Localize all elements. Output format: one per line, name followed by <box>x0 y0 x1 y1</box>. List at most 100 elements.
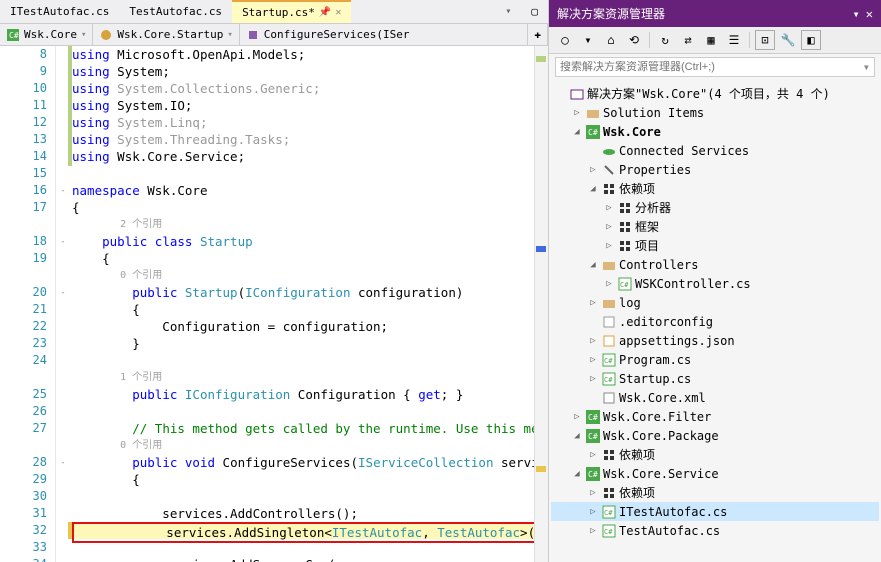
tree-node[interactable]: ▷C#WSKController.cs <box>551 274 879 293</box>
tree-node[interactable]: ◢C#Wsk.Core.Package <box>551 426 879 445</box>
code-line[interactable]: using Wsk.Core.Service; <box>70 148 548 165</box>
tab-dropdown[interactable]: ▾ <box>495 0 521 23</box>
tree-node[interactable]: ▷C#Program.cs <box>551 350 879 369</box>
code-line[interactable]: 1 个引用 <box>70 369 548 386</box>
tree-node[interactable]: ▷C#Wsk.Core.Filter <box>551 407 879 426</box>
refresh-button[interactable]: ↻ <box>655 30 675 50</box>
crumb-split[interactable]: ✚ <box>527 24 548 45</box>
code-line[interactable]: public IConfiguration Configuration { ge… <box>70 386 548 403</box>
code-line[interactable]: services.AddControllers(); <box>70 505 548 522</box>
search-input[interactable] <box>560 61 863 73</box>
solution-search[interactable]: ▾ <box>555 57 875 77</box>
close-icon[interactable]: ✕ <box>866 7 873 21</box>
code-line[interactable]: services.AddSwaggerGen(c => <box>70 556 548 562</box>
code-line[interactable] <box>70 165 548 182</box>
tree-node[interactable]: ▷项目 <box>551 236 879 255</box>
code-line[interactable]: public Startup(IConfiguration configurat… <box>70 284 548 301</box>
tree-node[interactable]: ▷log <box>551 293 879 312</box>
expand-icon[interactable]: ▷ <box>571 108 583 118</box>
code-line[interactable] <box>70 488 548 505</box>
code-editor[interactable]: 8910111213141516171819202122232425262728… <box>0 46 548 562</box>
tree-node[interactable]: ◢C#Wsk.Core <box>551 122 879 141</box>
tag-button[interactable]: ◧ <box>801 30 821 50</box>
code-line[interactable]: { <box>70 250 548 267</box>
expand-icon[interactable]: ▷ <box>571 412 583 422</box>
expand-icon[interactable]: ▷ <box>603 279 615 289</box>
code-line[interactable]: using System.Linq; <box>70 114 548 131</box>
tree-node[interactable]: ◢依赖项 <box>551 179 879 198</box>
code-line[interactable]: 0 个引用 <box>70 437 548 454</box>
sync-button[interactable]: ⟲ <box>624 30 644 50</box>
pin-icon[interactable]: 📌 <box>319 7 331 18</box>
tree-node[interactable]: ▷Solution Items <box>551 103 879 122</box>
expand-icon[interactable]: ▷ <box>587 507 599 517</box>
code-line[interactable]: { <box>70 199 548 216</box>
code-line[interactable] <box>70 352 548 369</box>
expand-icon[interactable]: ▷ <box>587 165 599 175</box>
code-line[interactable] <box>70 403 548 420</box>
expand-icon[interactable]: ▷ <box>587 355 599 365</box>
close-icon[interactable]: ✕ <box>335 7 341 18</box>
tree-node[interactable]: ▷依赖项 <box>551 445 879 464</box>
forward-button[interactable]: ▾ <box>578 30 598 50</box>
properties-button[interactable]: ☰ <box>724 30 744 50</box>
wrench-button[interactable]: 🔧 <box>778 30 798 50</box>
tab-window[interactable]: ▢ <box>521 0 548 23</box>
collapse-button[interactable]: ⇄ <box>678 30 698 50</box>
code-line[interactable]: using Microsoft.OpenApi.Models; <box>70 46 548 63</box>
code-line[interactable]: using System.Collections.Generic; <box>70 80 548 97</box>
expand-icon[interactable]: ◢ <box>571 431 583 441</box>
code-line[interactable]: 0 个引用 <box>70 267 548 284</box>
tree-node[interactable]: 解决方案"Wsk.Core"(4 个项目，共 4 个) <box>551 84 879 103</box>
tree-node[interactable]: ▷C#ITestAutofac.cs <box>551 502 879 521</box>
code-line[interactable]: namespace Wsk.Core <box>70 182 548 199</box>
tree-node[interactable]: Wsk.Core.xml <box>551 388 879 407</box>
show-all-button[interactable]: ▦ <box>701 30 721 50</box>
tree-node[interactable]: Connected Services <box>551 141 879 160</box>
code-line[interactable]: using System.Threading.Tasks; <box>70 131 548 148</box>
crumb-class[interactable]: Wsk.Core.Startup ▾ <box>93 24 239 45</box>
expand-icon[interactable]: ◢ <box>571 127 583 137</box>
tree-node[interactable]: ▷C#Startup.cs <box>551 369 879 388</box>
chevron-down-icon[interactable]: ▾ <box>863 60 870 74</box>
tree-node[interactable]: ▷appsettings.json <box>551 331 879 350</box>
code-line[interactable]: using System; <box>70 63 548 80</box>
expand-icon[interactable]: ▷ <box>603 241 615 251</box>
crumb-method[interactable]: ConfigureServices(ISer <box>240 24 528 45</box>
expand-icon[interactable]: ◢ <box>587 260 599 270</box>
code-line[interactable]: { <box>70 471 548 488</box>
code-line[interactable]: } <box>70 335 548 352</box>
tree-node[interactable]: .editorconfig <box>551 312 879 331</box>
chevron-down-icon[interactable]: ▾ <box>853 7 860 21</box>
crumb-project[interactable]: C# Wsk.Core ▾ <box>0 24 93 45</box>
tree-node[interactable]: ▷分析器 <box>551 198 879 217</box>
back-button[interactable]: ◯ <box>555 30 575 50</box>
expand-icon[interactable]: ▷ <box>587 336 599 346</box>
tree-node[interactable]: ◢C#Wsk.Core.Service <box>551 464 879 483</box>
tree-node[interactable]: ▷依赖项 <box>551 483 879 502</box>
code-line[interactable]: 2 个引用 <box>70 216 548 233</box>
expand-icon[interactable]: ▷ <box>587 488 599 498</box>
expand-icon[interactable]: ◢ <box>587 184 599 194</box>
expand-icon[interactable]: ▷ <box>587 526 599 536</box>
solution-tree[interactable]: 解决方案"Wsk.Core"(4 个项目，共 4 个)▷Solution Ite… <box>549 80 881 562</box>
tab-testautofac[interactable]: TestAutofac.cs <box>119 0 232 23</box>
code-line[interactable]: public class Startup <box>70 233 548 250</box>
code-line[interactable]: public void ConfigureServices(IServiceCo… <box>70 454 548 471</box>
code-line[interactable]: { <box>70 301 548 318</box>
code-line[interactable]: // This method gets called by the runtim… <box>70 420 548 437</box>
expand-icon[interactable]: ▷ <box>603 222 615 232</box>
view-button[interactable]: ⊡ <box>755 30 775 50</box>
overview-ruler[interactable] <box>534 46 548 562</box>
expand-icon[interactable]: ▷ <box>587 374 599 384</box>
home-button[interactable]: ⌂ <box>601 30 621 50</box>
code-line[interactable]: using System.IO; <box>70 97 548 114</box>
tab-itestautofac[interactable]: ITestAutofac.cs <box>0 0 119 23</box>
code-line[interactable]: services.AddSingleton<ITestAutofac, Test… <box>70 522 548 539</box>
tree-node[interactable]: ▷Properties <box>551 160 879 179</box>
tree-node[interactable]: ▷C#TestAutofac.cs <box>551 521 879 540</box>
code-area[interactable]: using Microsoft.OpenApi.Models;using Sys… <box>70 46 548 562</box>
tree-node[interactable]: ▷框架 <box>551 217 879 236</box>
expand-icon[interactable]: ◢ <box>571 469 583 479</box>
tree-node[interactable]: ◢Controllers <box>551 255 879 274</box>
